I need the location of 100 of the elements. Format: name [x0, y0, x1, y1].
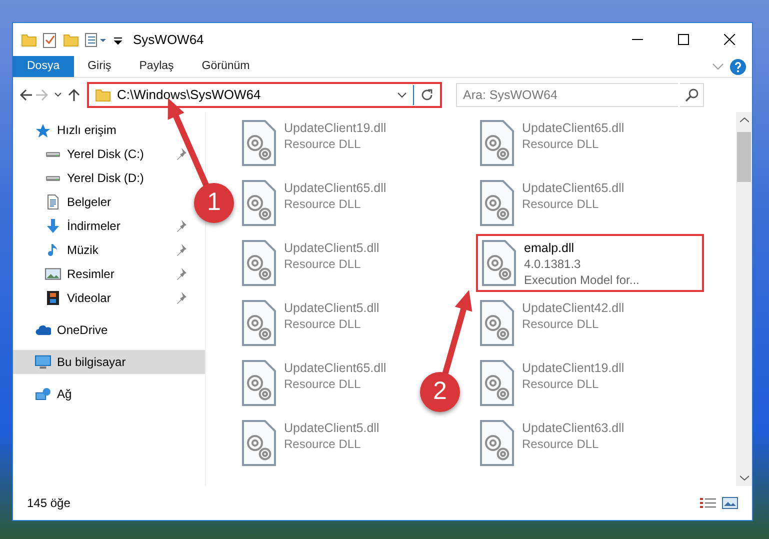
file-detail: Resource DLL — [284, 136, 362, 152]
pin-icon[interactable] — [176, 220, 187, 232]
file-item[interactable]: UpdateClient65.dll Resource DLL — [476, 176, 628, 232]
file-item[interactable]: UpdateClient19.dll Resource DLL — [238, 116, 390, 172]
file-detail: Resource DLL — [522, 196, 600, 212]
address-bar[interactable]: C:\Windows\SysWOW64 — [87, 82, 442, 108]
file-name: emalp.dll — [524, 240, 576, 256]
file-item[interactable]: UpdateClient63.dll Resource DLL — [476, 416, 628, 472]
file-name: UpdateClient5.dll — [284, 240, 380, 256]
dll-file-icon — [480, 360, 514, 406]
cloud-icon — [35, 325, 51, 335]
pin-icon[interactable] — [176, 292, 187, 304]
details-view-icon[interactable] — [700, 497, 716, 509]
refresh-icon[interactable] — [420, 88, 434, 102]
search-field[interactable]: Ara: SysWOW64 — [456, 83, 678, 107]
dll-file-icon — [242, 120, 276, 166]
address-path[interactable]: C:\Windows\SysWOW64 — [117, 85, 261, 105]
dll-file-icon — [242, 420, 276, 466]
file-detail: 4.0.1381.3 — [524, 256, 582, 272]
file-detail: Resource DLL — [522, 136, 600, 152]
minimize-icon — [632, 38, 642, 40]
file-item[interactable]: UpdateClient65.dll Resource DLL — [238, 176, 390, 232]
ribbon-tab[interactable]: Giriş — [74, 56, 126, 77]
sidebar-item[interactable]: Belgeler — [13, 190, 191, 214]
scrollbar-thumb[interactable] — [737, 132, 751, 182]
sidebar-item[interactable]: Hızlı erişim — [13, 118, 191, 142]
up-arrow-icon — [67, 88, 81, 102]
pin-icon[interactable] — [176, 148, 187, 160]
monitor-icon — [35, 355, 51, 369]
file-name: UpdateClient65.dll — [522, 180, 624, 196]
file-detail: Resource DLL — [522, 316, 600, 332]
file-detail: Execution Model for... — [524, 272, 640, 288]
chevron-down-icon — [740, 475, 748, 481]
dll-file-icon — [480, 180, 514, 226]
dll-file-icon — [242, 180, 276, 226]
file-item[interactable]: emalp.dll 4.0.1381.3 Execution Model for... — [476, 234, 704, 292]
sidebar-item[interactable]: Ağ — [13, 382, 191, 406]
download-arrow-icon — [47, 219, 59, 233]
item-count: 145 öğe — [27, 495, 70, 512]
file-detail: Resource DLL — [522, 436, 600, 452]
drive-icon — [45, 174, 61, 182]
maximize-icon — [678, 34, 688, 45]
search-button[interactable] — [680, 83, 704, 107]
dropdown-caret-icon[interactable] — [397, 92, 407, 98]
checklist-icon[interactable] — [43, 32, 57, 48]
properties-icon[interactable] — [85, 32, 107, 48]
music-note-icon — [48, 243, 58, 257]
file-detail: Resource DLL — [284, 376, 362, 392]
file-name: UpdateClient5.dll — [284, 300, 380, 316]
file-detail: Resource DLL — [284, 196, 362, 212]
sidebar-item[interactable]: Yerel Disk (C:) — [13, 142, 191, 166]
chevron-icon[interactable] — [712, 62, 724, 70]
film-strip-icon — [47, 291, 59, 305]
sidebar-item[interactable]: Bu bilgisayar — [13, 350, 205, 374]
caret-icon — [54, 92, 62, 98]
left-arrow-icon — [19, 88, 33, 102]
close-icon — [724, 34, 734, 45]
sidebar-item[interactable]: Resimler — [13, 262, 191, 286]
ribbon-tab[interactable]: Görünüm — [188, 56, 264, 77]
file-name: UpdateClient65.dll — [284, 180, 386, 196]
dll-file-icon — [482, 240, 516, 286]
large-icons-view-icon[interactable] — [722, 497, 738, 509]
pin-icon[interactable] — [176, 268, 187, 280]
dll-file-icon — [242, 300, 276, 346]
drive-icon — [45, 150, 61, 158]
file-detail: Resource DLL — [284, 436, 362, 452]
sidebar-item[interactable]: İndirmeler — [13, 214, 191, 238]
file-item[interactable]: UpdateClient65.dll Resource DLL — [476, 116, 628, 172]
file-item[interactable]: UpdateClient65.dll Resource DLL — [238, 356, 390, 412]
network-icon — [35, 388, 51, 400]
ribbon-tab[interactable]: Dosya — [13, 56, 74, 77]
sidebar-item[interactable]: OneDrive — [13, 318, 191, 342]
ribbon-tab[interactable]: Paylaş — [125, 56, 188, 77]
file-name: UpdateClient19.dll — [284, 120, 386, 136]
sidebar-item[interactable]: Yerel Disk (D:) — [13, 166, 191, 190]
dll-file-icon — [242, 360, 276, 406]
file-item[interactable]: UpdateClient5.dll Resource DLL — [238, 416, 384, 472]
sidebar-item[interactable]: Müzik — [13, 238, 191, 262]
search-icon — [684, 88, 698, 102]
dll-file-icon — [480, 420, 514, 466]
file-item[interactable]: UpdateClient19.dll Resource DLL — [476, 356, 628, 412]
file-name: UpdateClient63.dll — [522, 420, 624, 436]
sidebar-item[interactable]: Videolar — [13, 286, 191, 310]
picture-icon — [45, 268, 61, 280]
dll-file-icon — [480, 300, 514, 346]
file-item[interactable]: UpdateClient5.dll Resource DLL — [238, 236, 384, 292]
help-icon[interactable] — [730, 58, 746, 74]
file-name: UpdateClient42.dll — [522, 300, 624, 316]
right-arrow-icon — [35, 88, 49, 102]
folder-icon — [95, 87, 111, 103]
file-item[interactable]: UpdateClient5.dll Resource DLL — [238, 296, 384, 352]
pin-icon[interactable] — [176, 244, 187, 256]
file-detail: Resource DLL — [284, 256, 362, 272]
file-name: UpdateClient5.dll — [284, 420, 380, 436]
document-icon — [47, 194, 59, 210]
window-title: SysWOW64 — [133, 30, 204, 49]
file-item[interactable]: UpdateClient42.dll Resource DLL — [476, 296, 628, 352]
dll-file-icon — [480, 120, 514, 166]
file-name: UpdateClient19.dll — [522, 360, 624, 376]
chevron-up-icon — [740, 117, 748, 123]
